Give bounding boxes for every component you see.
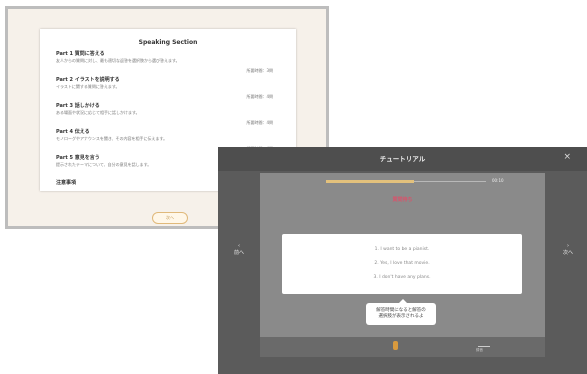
answer-option[interactable]: 1. I want to be a pianist. <box>282 247 522 252</box>
answer-option[interactable]: 2. Yes, I love that movie. <box>282 261 522 266</box>
tutorial-tooltip: 解答時間になると解答の 選択肢が表示されるよ <box>366 303 436 325</box>
next-label: 次へ <box>562 250 573 256</box>
tutorial-stage: 00:10 質問待ち 1. I want to be a pianist. 2.… <box>260 173 545 349</box>
part-item: Part 4 伝える モノローグやアナウンスを聞き、その内容を相手に伝えます。 … <box>56 129 281 151</box>
part-description: 友人からの質問に対し、最も適切な返答を選択肢から選び答えます。 <box>56 58 180 63</box>
prev-button[interactable]: ‹ 前へ <box>228 243 250 257</box>
part-title: Part 1 質問に答える <box>56 51 105 57</box>
recording-icon <box>478 340 490 347</box>
footer-right-label: 録音 <box>476 348 483 352</box>
prev-label: 前へ <box>233 250 244 256</box>
progress-fill <box>326 180 414 183</box>
part-item: Part 3 話しかける ある場面や状況に応じて相手に話しかけます。 所要時間：… <box>56 103 281 125</box>
notes-heading: 注意事項 <box>56 180 77 186</box>
part-description: イラストに関する質問に答えます。 <box>56 84 120 89</box>
answer-option[interactable]: 3. I don't have any plans. <box>282 275 522 280</box>
tutorial-window: チュートリアル × ‹ 前へ › 次へ 00:10 質問待ち 1. I want… <box>218 147 587 374</box>
chevron-right-icon: › <box>567 243 569 249</box>
chevron-left-icon: ‹ <box>238 243 240 249</box>
answer-options-panel: 1. I want to be a pianist. 2. Yes, I lov… <box>282 234 522 294</box>
part-item: Part 2 イラストを説明する イラストに関する質問に答えます。 所要時間：4… <box>56 77 281 99</box>
progress-time: 00:10 <box>492 178 504 183</box>
tooltip-line: 選択肢が表示されるよ <box>378 314 424 319</box>
part-title: Part 3 話しかける <box>56 103 100 109</box>
tutorial-header: チュートリアル × <box>218 147 587 171</box>
part-time: 所要時間：4問 <box>246 94 273 99</box>
part-description: モノローグやアナウンスを聞き、その内容を相手に伝えます。 <box>56 136 168 141</box>
part-time: 所要時間：4問 <box>246 120 273 125</box>
part-title: Part 2 イラストを説明する <box>56 77 120 83</box>
tutorial-footer: 録音 <box>260 337 545 357</box>
microphone-icon <box>393 341 398 350</box>
part-item: Part 1 質問に答える 友人からの質問に対し、最も適切な返答を選択肢から選び… <box>56 51 281 73</box>
next-nav-button[interactable]: › 次へ <box>557 243 579 257</box>
next-button[interactable]: 次へ <box>152 212 188 224</box>
question-status-label: 質問待ち <box>392 197 413 203</box>
section-title: Speaking Section <box>138 39 198 46</box>
part-description: ある場面や状況に応じて相手に話しかけます。 <box>56 110 140 115</box>
part-title: Part 4 伝える <box>56 129 90 135</box>
progress-bar <box>326 180 486 183</box>
close-icon[interactable]: × <box>563 152 571 162</box>
part-time: 所要時間：3問 <box>246 68 273 73</box>
tutorial-title: チュートリアル <box>379 155 426 163</box>
